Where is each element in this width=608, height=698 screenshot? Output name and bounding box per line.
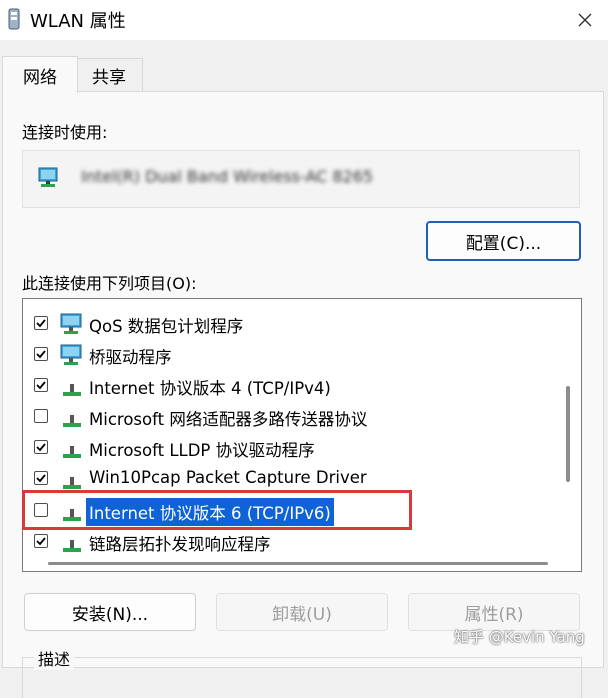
watermark: 知乎 @Kevin Yang (454, 628, 585, 646)
items-label: 此连接使用下列项目(O): (22, 274, 197, 293)
network-adapter-icon (38, 167, 58, 187)
item-label: QoS 数据包计划程序 (89, 317, 244, 336)
checkmark-icon (36, 319, 46, 328)
item-checkbox[interactable] (34, 534, 48, 548)
list-item[interactable]: QoS 数据包计划程序 (23, 309, 563, 339)
list-item[interactable]: Win10Pcap Packet Capture Driver (23, 464, 563, 494)
item-label: 链路层拓扑发现响应程序 (89, 535, 271, 554)
horizontal-scrollbar[interactable] (48, 562, 548, 565)
adapter-box: Intel(R) Dual Band Wireless-AC 8265 (22, 150, 580, 208)
protocol-icon (63, 540, 81, 552)
network-service-icon (60, 313, 82, 334)
install-button[interactable]: 安装(N)... (24, 593, 196, 631)
tab-network[interactable]: 网络 (2, 56, 78, 93)
vertical-scrollbar[interactable] (566, 386, 570, 482)
checkmark-icon (36, 381, 46, 390)
checkmark-icon (36, 537, 46, 546)
description-group (22, 657, 582, 698)
uninstall-button[interactable]: 卸载(U) (216, 593, 388, 631)
configure-button[interactable]: 配置(C)... (426, 221, 581, 261)
description-label: 描述 (34, 646, 75, 670)
checkmark-icon (36, 443, 46, 452)
item-label: Microsoft LLDP 协议驱动程序 (89, 441, 315, 460)
item-checkbox[interactable] (34, 378, 48, 392)
wlan-adapter-icon (8, 8, 20, 30)
protocol-icon (63, 446, 81, 458)
item-label: 桥驱动程序 (89, 348, 172, 367)
window-title: WLAN 属性 (30, 11, 126, 32)
connect-using-label: 连接时使用: (22, 123, 108, 142)
item-label: Win10Pcap Packet Capture Driver (89, 468, 367, 487)
close-icon (578, 13, 592, 27)
tab-strip: 网络 共享 (0, 56, 608, 93)
adapter-name: Intel(R) Dual Band Wireless-AC 8265 (81, 167, 374, 186)
network-service-icon (60, 344, 82, 365)
item-checkbox[interactable] (34, 347, 48, 361)
list-item[interactable]: Microsoft LLDP 协议驱动程序 (23, 433, 563, 463)
items-list[interactable]: QoS 数据包计划程序 桥驱动程序 Internet 协议版本 4 (TCP/I… (22, 298, 582, 572)
item-label: Microsoft 网络适配器多路传送器协议 (89, 410, 368, 429)
item-checkbox[interactable] (34, 471, 48, 485)
item-checkbox[interactable] (34, 409, 48, 423)
list-item-selected[interactable]: Internet 协议版本 6 (TCP/IPv6) (23, 496, 563, 526)
item-checkbox[interactable] (34, 316, 48, 330)
checkmark-icon (36, 474, 46, 483)
title-bar: WLAN 属性 (0, 0, 608, 40)
list-item[interactable]: 链路层拓扑发现响应程序 (23, 527, 563, 557)
protocol-icon (63, 509, 81, 521)
list-item[interactable]: Internet 协议版本 4 (TCP/IPv4) (23, 371, 563, 401)
protocol-icon (63, 477, 81, 489)
list-item[interactable]: 桥驱动程序 (23, 340, 563, 370)
item-checkbox[interactable] (34, 503, 48, 517)
list-item[interactable]: Microsoft 网络适配器多路传送器协议 (23, 402, 563, 432)
protocol-icon (63, 415, 81, 427)
tab-sharing[interactable]: 共享 (75, 58, 143, 91)
close-button[interactable] (562, 0, 608, 40)
checkmark-icon (36, 350, 46, 359)
item-label: Internet 协议版本 6 (TCP/IPv6) (86, 498, 334, 526)
protocol-icon (63, 384, 81, 396)
item-label: Internet 协议版本 4 (TCP/IPv4) (89, 379, 331, 398)
item-checkbox[interactable] (34, 440, 48, 454)
